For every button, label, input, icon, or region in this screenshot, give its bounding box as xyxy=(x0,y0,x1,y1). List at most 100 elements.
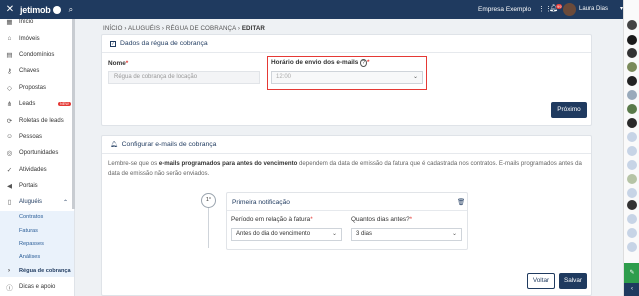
chevron-left-icon[interactable]: ‹ xyxy=(624,283,639,296)
sidebar-item-chaves[interactable]: ⚷ Chaves xyxy=(0,63,74,79)
help-icon[interactable]: ? xyxy=(360,59,367,67)
megaphone-icon: ◀ xyxy=(7,183,12,191)
avatar[interactable] xyxy=(627,132,637,142)
sidebar-item-label: Início xyxy=(19,19,34,26)
sidebar-item-alugueis[interactable]: ▯ Aluguéis ⌃ xyxy=(0,194,74,210)
sidebar-item-condominios[interactable]: ▤ Condomínios xyxy=(0,47,74,63)
avatar[interactable] xyxy=(627,174,637,184)
sidebar-item-portais[interactable]: ◀ Portais xyxy=(0,178,74,194)
card-title: Configurar e-mails de cobrança xyxy=(121,141,217,148)
avatar[interactable] xyxy=(627,118,637,128)
days-label: Quantos dias antes?* xyxy=(351,216,413,223)
avatar[interactable] xyxy=(627,146,637,156)
step-number: 1° xyxy=(201,193,216,208)
breadcrumb-item[interactable]: INÍCIO xyxy=(103,25,123,32)
avatar[interactable] xyxy=(627,160,637,170)
avatar[interactable] xyxy=(627,62,637,72)
check-circle-icon: ✓ xyxy=(6,166,13,174)
sidebar-item-label: Propostas xyxy=(19,84,47,91)
step-connector xyxy=(208,208,209,248)
people-icon: ☺ xyxy=(6,133,13,141)
chevron-up-icon: ⌃ xyxy=(63,199,69,206)
chevron-down-icon: ⌄ xyxy=(412,74,418,80)
sidebar-item-label: Aluguéis xyxy=(19,199,43,206)
avatar[interactable] xyxy=(627,90,637,100)
chevron-down-icon: ⌄ xyxy=(331,231,337,237)
avatar[interactable] xyxy=(627,242,637,252)
avatar[interactable] xyxy=(627,104,637,114)
roulette-icon: ⟳ xyxy=(6,117,13,125)
period-value: Antes do dia do vencimento xyxy=(236,231,311,237)
sidebar-item-label: Condomínios xyxy=(19,51,55,58)
breadcrumb-item[interactable]: ALUGUÉIS xyxy=(128,25,160,32)
card-title: Dados da régua de cobrança xyxy=(120,40,208,47)
logo-text: jetimob xyxy=(20,4,51,15)
sidebar-item-roletas[interactable]: ⟳ Roletas de leads xyxy=(0,112,74,128)
sidebar-subitem-regua[interactable]: › Régua de cobrança xyxy=(0,264,74,277)
user-name[interactable]: Laura Dias xyxy=(579,6,608,12)
sidebar-item-leads[interactable]: ⋔ Leads NEW xyxy=(0,96,74,112)
sidebar-item-imoveis[interactable]: ⌂ Imóveis xyxy=(0,30,74,46)
logo[interactable]: jetimob xyxy=(20,5,61,15)
breadcrumb: INÍCIO › ALUGUÉIS › RÉGUA DE COBRANÇA › … xyxy=(103,25,265,32)
sidebar-item-inicio[interactable]: ▦ Início xyxy=(0,14,74,30)
tag-icon: ◇ xyxy=(7,84,12,92)
save-button[interactable]: Salvar xyxy=(559,273,587,289)
target-icon: ◎ xyxy=(6,150,13,158)
breadcrumb-current: EDITAR xyxy=(241,25,265,32)
home-icon: ⌂ xyxy=(7,35,12,43)
sidebar-item-dicas[interactable]: ⓘ Dicas e apoio xyxy=(0,279,74,295)
sidebar-item-pessoas[interactable]: ☺ Pessoas xyxy=(0,129,74,145)
name-field[interactable]: Régua de cobrança de locação xyxy=(108,71,260,84)
notification-title: Primeira notificação xyxy=(232,199,290,206)
avatar[interactable] xyxy=(627,214,637,224)
sidebar-item-label: Roletas de leads xyxy=(19,117,64,124)
time-label: Horário de envio dos e-mails ? * xyxy=(271,59,370,67)
avatar[interactable] xyxy=(627,188,637,198)
avatar[interactable] xyxy=(627,200,637,210)
card-header: 🔔︎ Configurar e-mails de cobrança xyxy=(102,136,591,154)
period-select[interactable]: Antes do dia do vencimento ⌄ xyxy=(231,228,342,241)
sidebar-item-atividades[interactable]: ✓ Atividades xyxy=(0,162,74,178)
sidebar-subitem-faturas[interactable]: Faturas xyxy=(0,224,74,237)
sidebar-subitem-repasses[interactable]: Repasses xyxy=(0,237,74,250)
sidebar-subitem-analises[interactable]: Análises xyxy=(0,251,74,264)
avatar[interactable] xyxy=(627,76,637,86)
sidebar-item-label: Leads xyxy=(19,101,36,108)
avatar[interactable] xyxy=(563,3,576,16)
info-icon: ⓘ xyxy=(6,285,13,293)
trash-icon[interactable]: 🗑︎ xyxy=(457,198,465,206)
back-button[interactable]: Voltar xyxy=(527,273,555,289)
avatar[interactable] xyxy=(627,20,637,30)
sidebar-item-propostas[interactable]: ◇ Propostas xyxy=(0,80,74,96)
avatar[interactable] xyxy=(627,35,637,45)
breadcrumb-item[interactable]: RÉGUA DE COBRANÇA xyxy=(166,25,236,32)
days-select[interactable]: 3 dias ⌄ xyxy=(351,228,462,241)
sidebar-item-label: Atividades xyxy=(19,166,47,173)
chat-icon[interactable]: ✎ xyxy=(624,263,639,283)
company-name[interactable]: Empresa Exemplo xyxy=(478,6,531,13)
sidebar: ▦ Início ⌂ Imóveis ▤ Condomínios ⚷ Chaves ◇ P… xyxy=(0,19,75,296)
notifications-badge: 99 xyxy=(556,4,563,9)
sidebar-item-label: Chaves xyxy=(19,68,40,75)
logo-mark-icon xyxy=(52,5,61,14)
sidebar-subitem-contratos[interactable]: Contratos xyxy=(0,211,74,224)
sidebar-item-label: Pessoas xyxy=(19,133,43,140)
top-bar: ✕ jetimob ⌕ Empresa Exemplo ⋮⋮ 🔔︎ 99 Lau… xyxy=(0,0,623,19)
building-icon: ▤ xyxy=(6,51,13,59)
info-note: Lembre-se que os e-mails programados par… xyxy=(108,160,582,177)
grid-icon: ▦ xyxy=(6,19,13,27)
share-icon: ⋔ xyxy=(6,101,13,109)
chevron-down-icon: ⌄ xyxy=(451,231,457,237)
send-time-select[interactable]: 12:00 ⌄ xyxy=(271,71,423,84)
new-badge: NEW xyxy=(58,102,71,107)
avatar[interactable] xyxy=(627,228,637,238)
sidebar-item-oportunidades[interactable]: ◎ Oportunidades xyxy=(0,145,74,161)
avatar[interactable] xyxy=(627,48,637,58)
checkbox-icon: ✓ xyxy=(110,40,116,47)
next-button[interactable]: Próximo xyxy=(551,102,587,118)
search-icon[interactable]: ⌕ xyxy=(69,5,73,15)
sidebar-item-label: Portais xyxy=(19,183,38,190)
card-header: ✓ Dados da régua de cobrança xyxy=(102,35,591,53)
days-value: 3 dias xyxy=(356,231,373,237)
